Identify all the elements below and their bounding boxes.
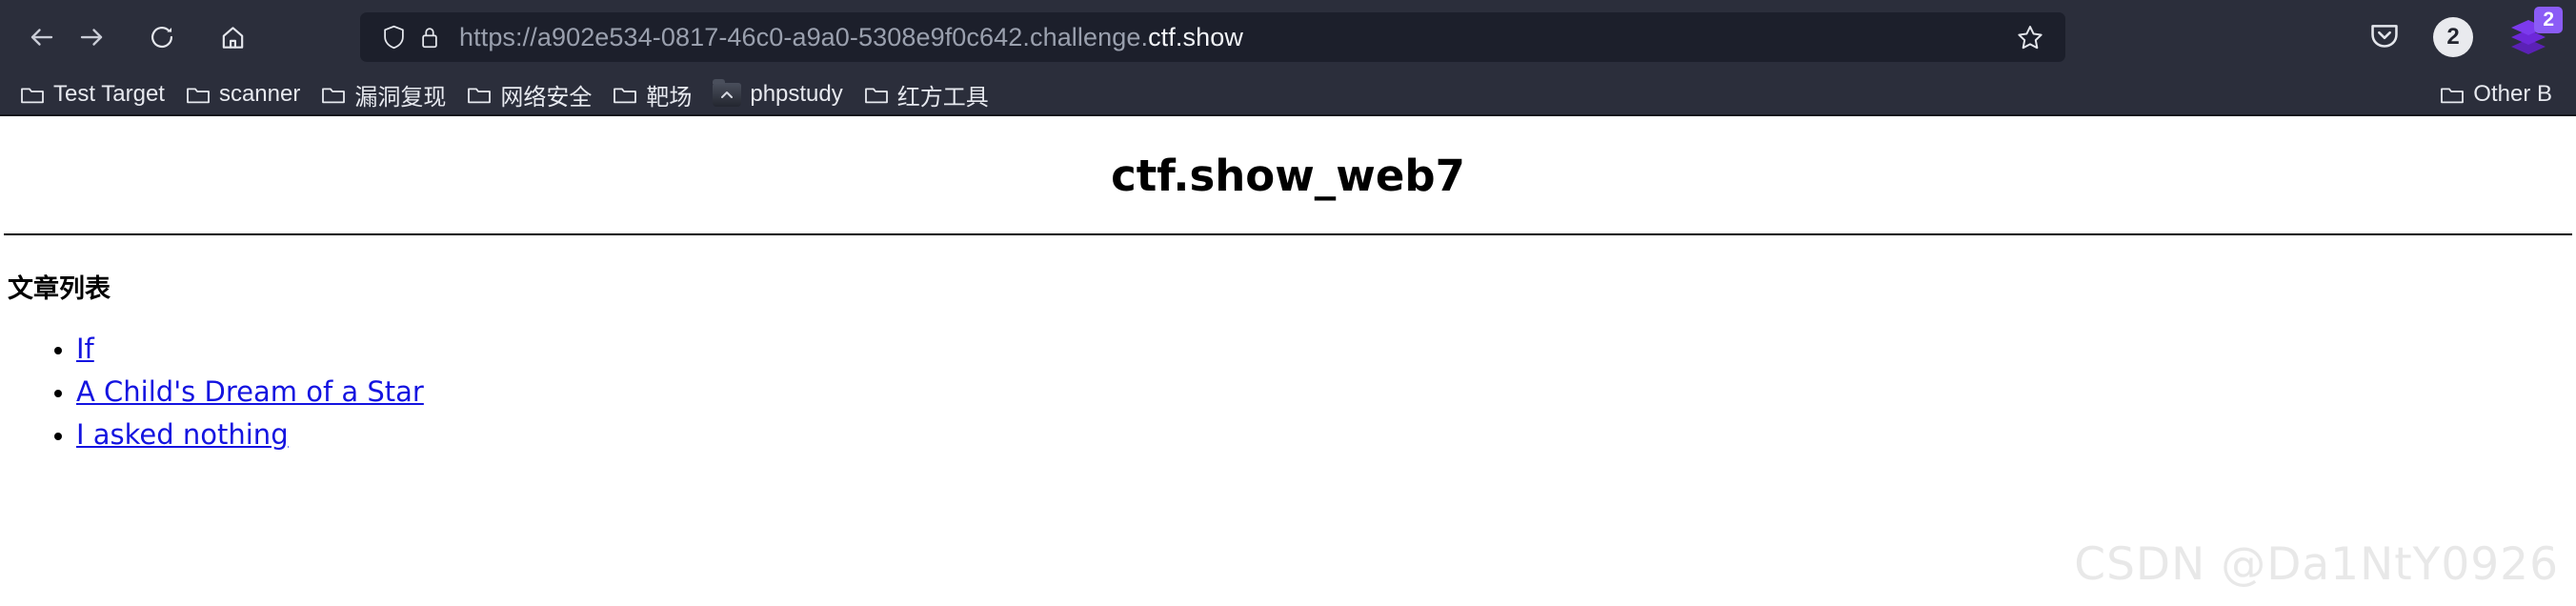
reload-button[interactable]: [137, 12, 187, 62]
url-prefix: https://a902e534-0817-46c0-a9a0-5308e9f0…: [459, 22, 1149, 51]
forward-button[interactable]: [67, 12, 116, 62]
back-arrow-icon: [28, 23, 56, 51]
browser-chrome: https://a902e534-0817-46c0-a9a0-5308e9f0…: [0, 0, 2576, 116]
folder-icon: [321, 84, 346, 105]
bookmark-scanner[interactable]: scanner: [175, 78, 311, 111]
article-link-i-asked-nothing[interactable]: I asked nothing: [76, 418, 289, 451]
extension-stack-icon[interactable]: 2: [2506, 7, 2563, 60]
shield-icon[interactable]: [375, 21, 412, 53]
bookmark-test-target[interactable]: Test Target: [10, 78, 175, 111]
bookmark-hongfang-gongju[interactable]: 红方工具: [854, 75, 999, 114]
page-content: ctf.show_web7 文章列表 If A Child's Dream of…: [0, 116, 2576, 604]
article-list: If A Child's Dream of a Star I asked not…: [0, 328, 2576, 456]
folder-icon: [613, 84, 637, 105]
bookmark-label: phpstudy: [750, 81, 843, 107]
bookmark-label: 红方工具: [896, 84, 989, 111]
extension-count-badge: 2: [2534, 7, 2563, 34]
bookmark-label: Test Target: [53, 81, 165, 107]
toolbar-right-group: 2 2: [2368, 7, 2563, 60]
page-title: ctf.show_web7: [1111, 151, 1465, 201]
account-badge[interactable]: 2: [2433, 17, 2473, 57]
folder-icon: [20, 84, 45, 105]
pocket-icon[interactable]: [2368, 19, 2401, 56]
list-item: If: [76, 328, 2576, 371]
bookmark-wangluo-anquan[interactable]: 网络安全: [456, 75, 602, 114]
bookmark-bachang[interactable]: 靶场: [602, 75, 702, 114]
lock-icon[interactable]: [412, 21, 448, 53]
home-icon: [219, 24, 247, 51]
forward-arrow-icon: [77, 23, 106, 51]
bookmark-label: 网络安全: [500, 84, 593, 111]
bookmark-label: scanner: [218, 81, 301, 107]
article-link-if[interactable]: If: [76, 333, 94, 365]
bookmark-star-icon[interactable]: [2010, 17, 2050, 57]
url-text[interactable]: https://a902e534-0817-46c0-a9a0-5308e9f0…: [459, 23, 2010, 52]
home-button[interactable]: [208, 12, 257, 62]
section-label-article-list: 文章列表: [8, 274, 111, 304]
folder-icon: [467, 84, 492, 105]
bookmark-loudong-fuxian[interactable]: 漏洞复现: [311, 75, 456, 114]
other-bookmarks-group: Other B: [2429, 78, 2563, 111]
reload-icon: [149, 24, 175, 50]
bookmark-phpstudy[interactable]: phpstudy: [702, 78, 853, 111]
folder-icon: [2440, 84, 2465, 105]
bookmark-other[interactable]: Other B: [2429, 78, 2563, 111]
folder-icon: [864, 84, 889, 105]
navigation-toolbar: https://a902e534-0817-46c0-a9a0-5308e9f0…: [0, 0, 2576, 74]
csdn-watermark: CSDN @Da1NtY0926: [2074, 538, 2559, 591]
bookmarks-bar: Test Target scanner 漏洞复现 网络安全 靶场 phpstud…: [0, 74, 2576, 116]
back-button[interactable]: [17, 12, 67, 62]
address-bar[interactable]: https://a902e534-0817-46c0-a9a0-5308e9f0…: [360, 12, 2065, 62]
phpstudy-folder-icon: [713, 78, 742, 107]
list-item: A Child's Dream of a Star: [76, 371, 2576, 414]
bookmark-label: 漏洞复现: [354, 84, 447, 111]
bookmark-label: 靶场: [646, 84, 693, 111]
article-link-a-childs-dream-of-a-star[interactable]: A Child's Dream of a Star: [76, 375, 424, 408]
folder-icon: [186, 84, 211, 105]
bookmark-label: Other B: [2473, 81, 2552, 107]
list-item: I asked nothing: [76, 414, 2576, 456]
url-domain: ctf.show: [1148, 22, 1243, 51]
